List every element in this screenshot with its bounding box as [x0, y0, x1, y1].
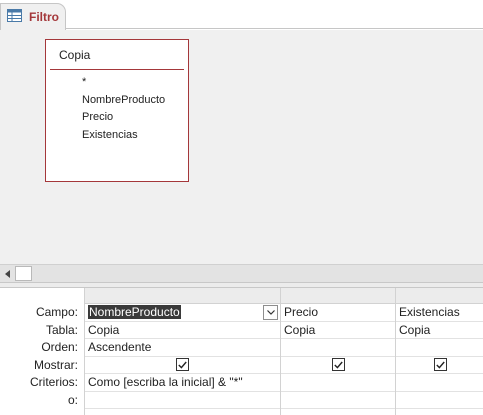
- chevron-down-icon[interactable]: [263, 305, 278, 320]
- design-grid-pane: Campo: Tabla: Orden: Mostrar: Criterios:…: [0, 288, 483, 415]
- mostrar-cell[interactable]: [85, 357, 280, 374]
- orden-cell[interactable]: Ascendente: [85, 339, 280, 357]
- o-cell[interactable]: [85, 392, 280, 409]
- column-selector[interactable]: [396, 288, 483, 304]
- row-label-criterios: Criterios:: [29, 375, 78, 389]
- column-selector[interactable]: [85, 288, 280, 304]
- query-design-pane[interactable]: Copia * NombreProducto Precio Existencia…: [0, 30, 483, 264]
- o-cell[interactable]: [281, 392, 395, 409]
- check-icon: [178, 361, 187, 369]
- horizontal-scrollbar[interactable]: [0, 264, 483, 282]
- campo-value[interactable]: NombreProducto: [88, 305, 181, 319]
- mostrar-cell[interactable]: [281, 357, 395, 374]
- document-tab-strip: Filtro: [0, 0, 483, 30]
- grid-column-nombreproducto: NombreProducto Copia Ascendente Como [es…: [85, 288, 281, 415]
- mostrar-checkbox[interactable]: [176, 358, 189, 372]
- tab-filtro[interactable]: Filtro: [0, 3, 66, 30]
- row-label-orden: Orden:: [41, 340, 78, 354]
- tabla-cell[interactable]: Copia: [281, 322, 395, 339]
- mostrar-cell[interactable]: [396, 357, 483, 374]
- field-list: * NombreProducto Precio Existencias: [82, 74, 165, 144]
- field-list-title[interactable]: Copia: [59, 48, 90, 62]
- scroll-thumb[interactable]: [15, 266, 32, 281]
- grid-column-existencias: Existencias Copia: [396, 288, 483, 415]
- grid-row-labels: Campo: Tabla: Orden: Mostrar: Criterios:…: [0, 304, 84, 409]
- field-list-item[interactable]: Existencias: [82, 127, 165, 145]
- row-label-campo: Campo:: [35, 305, 78, 319]
- orden-cell[interactable]: [281, 339, 395, 357]
- check-icon: [435, 361, 445, 369]
- row-label-mostrar: Mostrar:: [33, 357, 78, 372]
- campo-cell[interactable]: Existencias: [396, 304, 483, 322]
- tab-strip-divider: [0, 28, 483, 29]
- campo-cell[interactable]: Precio: [281, 304, 395, 322]
- field-list-item[interactable]: *: [82, 74, 165, 92]
- o-cell[interactable]: [396, 392, 483, 409]
- field-list-window[interactable]: Copia * NombreProducto Precio Existencia…: [45, 39, 189, 182]
- scroll-left-icon[interactable]: [1, 266, 15, 281]
- query-icon: [7, 9, 22, 22]
- field-list-item[interactable]: Precio: [82, 109, 165, 127]
- criterios-cell[interactable]: [396, 374, 483, 392]
- column-selector[interactable]: [281, 288, 395, 304]
- campo-cell[interactable]: NombreProducto: [85, 304, 280, 322]
- mostrar-checkbox[interactable]: [433, 358, 447, 372]
- orden-cell[interactable]: [396, 339, 483, 357]
- row-label-o: o:: [67, 392, 78, 407]
- grid-column-precio: Precio Copia: [281, 288, 396, 415]
- design-grid: NombreProducto Copia Ascendente Como [es…: [84, 288, 483, 415]
- field-list-item[interactable]: NombreProducto: [82, 92, 165, 110]
- row-label-tabla: Tabla:: [45, 322, 78, 337]
- field-list-divider: [50, 69, 184, 70]
- criterios-cell[interactable]: [281, 374, 395, 392]
- mostrar-checkbox[interactable]: [331, 358, 345, 372]
- tabla-cell[interactable]: Copia: [396, 322, 483, 339]
- criterios-cell[interactable]: Como [escriba la inicial] & "*": [85, 374, 280, 392]
- tabla-cell[interactable]: Copia: [85, 322, 280, 339]
- check-icon: [333, 361, 343, 369]
- tab-label: Filtro: [29, 10, 59, 24]
